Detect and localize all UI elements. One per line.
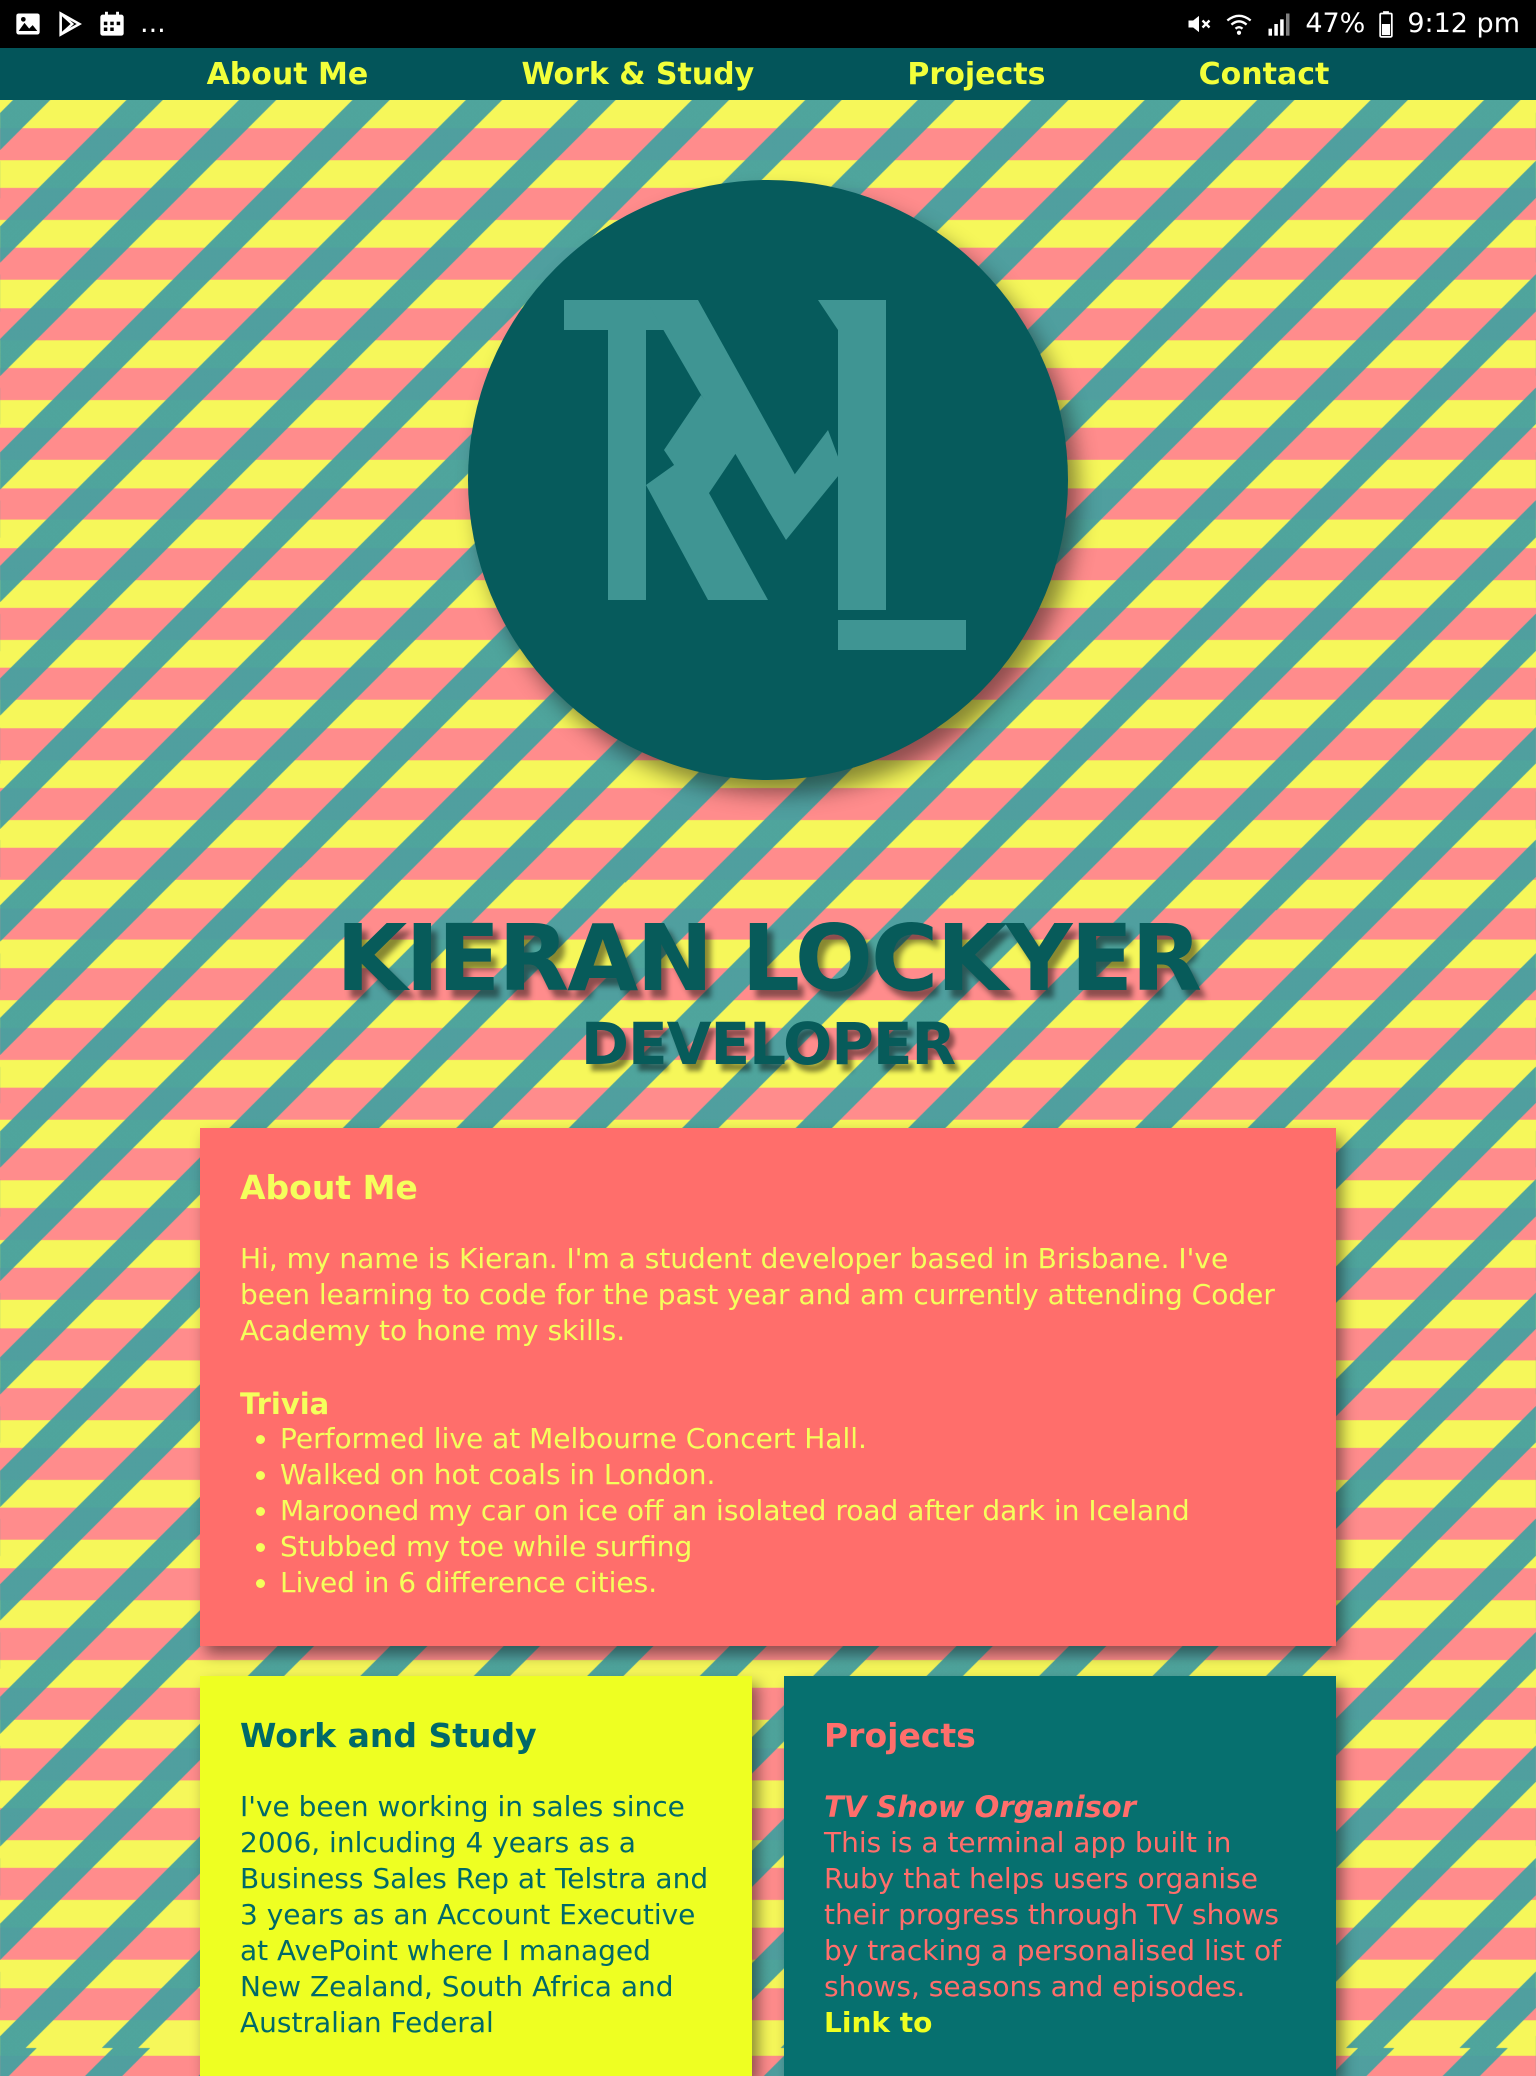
wifi-icon (1226, 14, 1252, 35)
trivia-heading: Trivia (240, 1387, 330, 1421)
gallery-icon (16, 13, 40, 34)
about-heading: About Me (240, 1168, 418, 1207)
play-store-icon (59, 10, 82, 37)
list-item: Walked on hot coals in London. (280, 1457, 1296, 1493)
status-notifications: ... (14, 8, 166, 39)
list-item: Lived in 6 difference cities. (280, 1565, 1296, 1601)
more-notifications-label: ... (140, 8, 166, 39)
nav-contact[interactable]: Contact (1199, 57, 1330, 92)
signal-icon (1268, 13, 1290, 36)
project-link[interactable]: Link to (824, 2006, 932, 2039)
work-heading: Work and Study (240, 1716, 537, 1755)
project-title: TV Show Organisor (824, 1790, 1137, 1824)
about-intro: Hi, my name is Kieran. I'm a student dev… (240, 1242, 1275, 1347)
nav-projects[interactable]: Projects (907, 57, 1045, 92)
status-bar: ... 47% 9:12 pm (0, 0, 1536, 48)
status-indicators: 47% 9:12 pm (1185, 8, 1520, 39)
trivia-list: Performed live at Melbourne Concert Hall… (240, 1421, 1296, 1601)
kml-monogram-icon (564, 300, 966, 650)
hero-name: KIERAN LOCKYER (335, 905, 1202, 1012)
calendar-icon (100, 11, 124, 36)
battery-percent: 47% (1305, 8, 1366, 39)
list-item: Stubbed my toe while surfing (280, 1529, 1296, 1565)
projects-heading: Projects (824, 1716, 976, 1755)
project-description: This is a terminal app built in Ruby tha… (824, 1826, 1281, 2003)
about-card: About Me Hi, my name is Kieran. I'm a st… (200, 1128, 1336, 1646)
mute-icon (1188, 15, 1211, 32)
nav-work-study[interactable]: Work & Study (521, 57, 754, 92)
battery-icon (1379, 10, 1394, 38)
work-text: I've been working in sales since 2006, i… (240, 1790, 709, 2039)
list-item: Performed live at Melbourne Concert Hall… (280, 1421, 1296, 1457)
work-study-card: Work and Study I've been working in sale… (200, 1676, 752, 2076)
clock: 9:12 pm (1407, 8, 1520, 39)
hero-role: DEVELOPER (580, 1010, 956, 1078)
top-nav: About Me Work & Study Projects Contact (0, 48, 1536, 100)
list-item: Marooned my car on ice off an isolated r… (280, 1493, 1296, 1529)
nav-about-me[interactable]: About Me (207, 57, 369, 92)
projects-card: Projects TV Show Organisor This is a ter… (784, 1676, 1336, 2076)
logo (468, 180, 1068, 780)
